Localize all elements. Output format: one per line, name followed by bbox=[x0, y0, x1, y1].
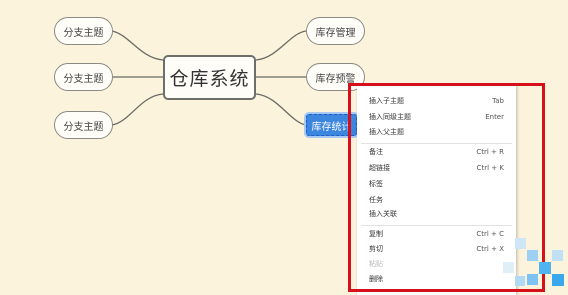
central-topic[interactable]: 仓库系统 bbox=[163, 55, 256, 100]
connector-left-3 bbox=[111, 93, 164, 126]
watermark-pixel bbox=[527, 274, 538, 285]
watermark-pixel bbox=[515, 238, 526, 249]
branch-topic-left-1[interactable]: 分支主题 bbox=[54, 17, 113, 45]
connector-left-1 bbox=[111, 30, 164, 61]
connector-right-1 bbox=[255, 30, 307, 61]
connector-right-3 bbox=[255, 93, 307, 126]
branch-topic-inventory-management[interactable]: 库存管理 bbox=[306, 17, 365, 45]
watermark-pixel bbox=[552, 274, 564, 286]
watermark-pixel bbox=[503, 262, 514, 273]
watermark-pixel bbox=[552, 250, 563, 261]
watermark-pixel bbox=[515, 276, 525, 286]
branch-topic-left-2[interactable]: 分支主题 bbox=[54, 63, 113, 91]
branch-topic-left-3[interactable]: 分支主题 bbox=[54, 111, 113, 139]
watermark-pixel bbox=[539, 262, 551, 274]
highlight-annotation-box bbox=[348, 83, 545, 292]
watermark-pixel bbox=[527, 250, 538, 261]
